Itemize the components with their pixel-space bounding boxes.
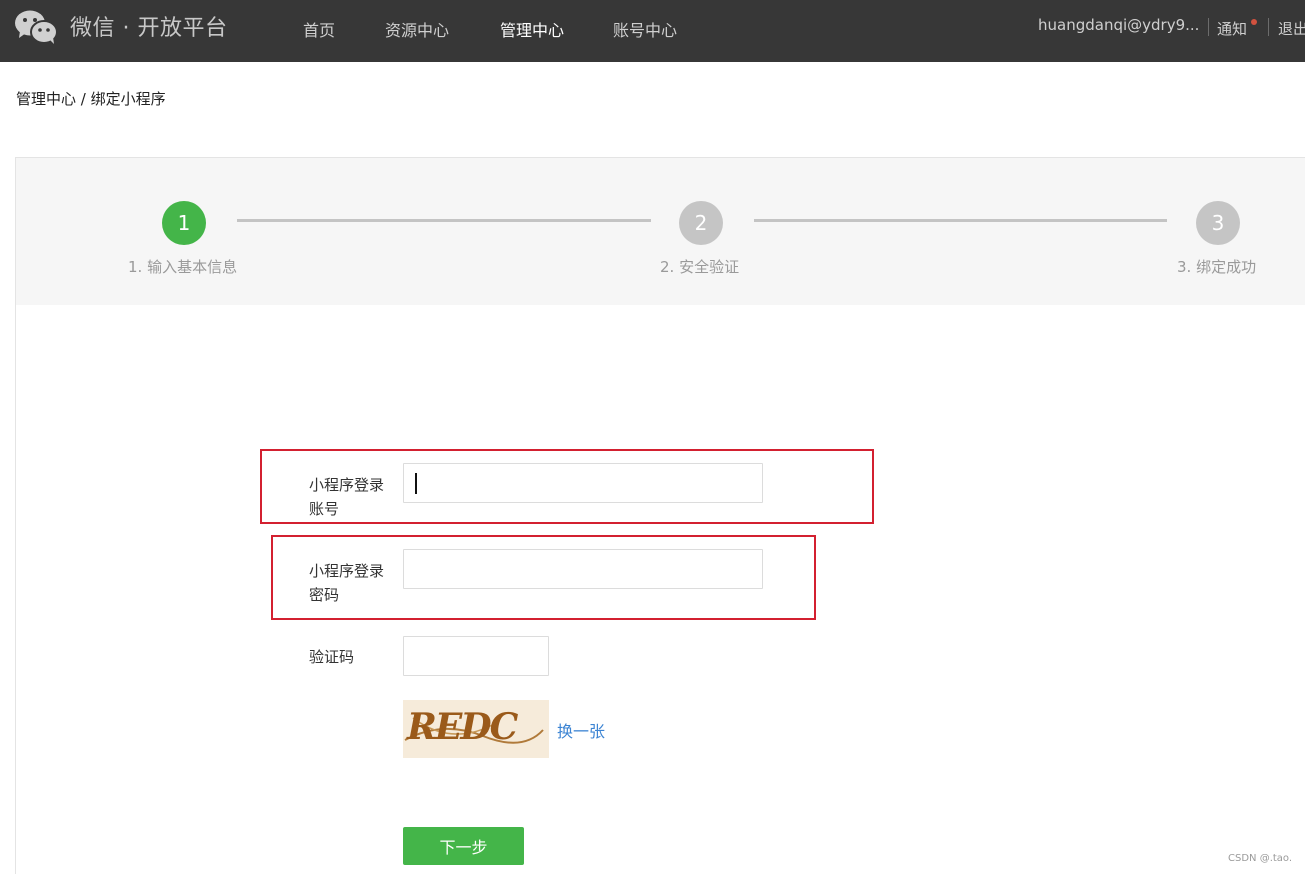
step-connector-line — [754, 219, 1167, 222]
steps-progress-band — [16, 158, 1305, 305]
step-connector-line — [237, 219, 651, 222]
step-3-circle: 3 — [1196, 201, 1240, 245]
breadcrumb: 管理中心 / 绑定小程序 — [16, 90, 166, 108]
step-2-circle: 2 — [679, 201, 723, 245]
top-navigation-bar: 微信 · 开放平台 首页 资源中心 管理中心 账号中心 huangdanqi@y… — [0, 0, 1305, 62]
nav-item-management-center[interactable]: 管理中心 — [500, 17, 564, 41]
captcha-image-text: REDC — [407, 706, 518, 748]
account-input[interactable] — [403, 463, 763, 503]
nav-item-account-center[interactable]: 账号中心 — [613, 17, 677, 41]
user-account-name[interactable]: huangdanqi@ydry9... — [1038, 16, 1199, 34]
step-1-label: 1. 输入基本信息 — [128, 258, 238, 276]
nav-divider — [1268, 18, 1269, 36]
watermark: CSDN @.tao. — [1228, 853, 1293, 864]
nav-divider — [1208, 18, 1209, 36]
wechat-logo-icon[interactable] — [14, 9, 58, 45]
text-cursor — [415, 473, 417, 494]
password-field-label: 小程序登录密码 — [309, 562, 385, 604]
account-field-label: 小程序登录账号 — [309, 476, 385, 518]
logout-link[interactable]: 退出 — [1278, 18, 1305, 39]
step-3-label: 3. 绑定成功 — [1177, 258, 1257, 276]
captcha-field-label: 验证码 — [309, 648, 355, 666]
refresh-captcha-link[interactable]: 换一张 — [557, 718, 605, 742]
captcha-image[interactable]: REDC — [403, 700, 549, 758]
captcha-input[interactable] — [403, 636, 549, 676]
next-step-button[interactable]: 下一步 — [403, 827, 524, 865]
notification-dot-icon — [1251, 19, 1257, 25]
notification-link[interactable]: 通知 — [1217, 18, 1247, 39]
step-1-circle: 1 — [162, 201, 206, 245]
nav-item-resource-center[interactable]: 资源中心 — [385, 17, 449, 41]
password-input[interactable] — [403, 549, 763, 589]
brand-title[interactable]: 微信 · 开放平台 — [70, 10, 227, 42]
step-2-label: 2. 安全验证 — [660, 258, 740, 276]
nav-item-home[interactable]: 首页 — [303, 17, 335, 41]
